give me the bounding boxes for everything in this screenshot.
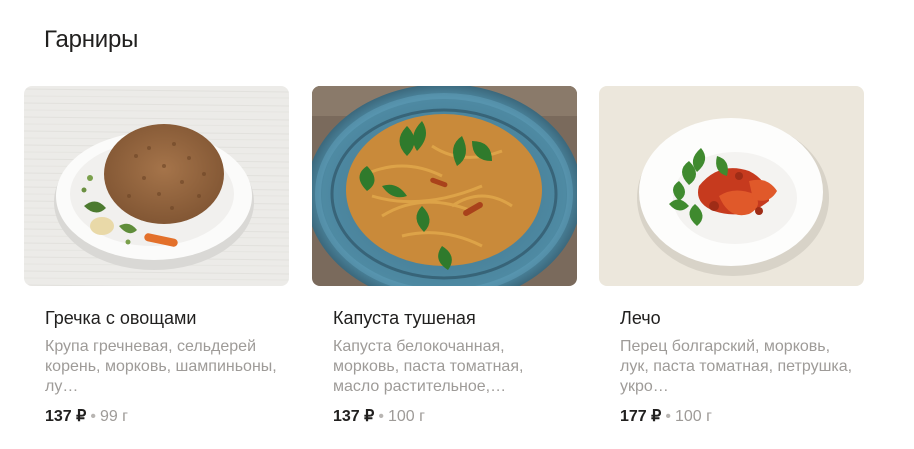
product-weight: 100 г [674, 408, 712, 425]
product-photo-buckwheat[interactable] [24, 86, 289, 286]
product-description: Крупа гречневая, сельдерей корень, морко… [45, 338, 277, 395]
product-price: 137 ₽ [333, 408, 375, 425]
price-row: 137 ₽ • 100 г [333, 407, 573, 427]
separator-dot: • [378, 408, 384, 425]
product-name: Гречка с овощами [45, 308, 197, 328]
product-price: 137 ₽ [45, 408, 87, 425]
product-photo-lecho[interactable] [599, 86, 864, 286]
product-info: Капуста тушеная Капуста белокочанная, мо… [333, 307, 573, 427]
product-info: Гречка с овощами Крупа гречневая, сельде… [45, 307, 285, 427]
product-card-cabbage[interactable]: Капуста тушеная Капуста белокочанная, мо… [312, 86, 577, 431]
product-name: Лечо [620, 308, 661, 328]
product-description: Капуста белокочанная, морковь, паста том… [333, 338, 524, 395]
price-row: 177 ₽ • 100 г [620, 407, 860, 427]
product-description: Перец болгарский, морковь, лук, паста то… [620, 338, 853, 395]
separator-dot: • [665, 408, 671, 425]
separator-dot: • [90, 408, 96, 425]
price-row: 137 ₽ • 99 г [45, 407, 285, 427]
product-weight: 100 г [387, 408, 425, 425]
product-info: Лечо Перец болгарский, морковь, лук, пас… [620, 307, 860, 427]
section-title: Гарниры [44, 26, 139, 53]
product-weight: 99 г [99, 408, 129, 425]
product-card-lecho[interactable]: Лечо Перец болгарский, морковь, лук, пас… [599, 86, 864, 431]
product-photo-cabbage[interactable] [312, 86, 577, 286]
product-card-buckwheat[interactable]: Гречка с овощами Крупа гречневая, сельде… [24, 86, 289, 431]
product-name: Капуста тушеная [333, 308, 476, 328]
product-price: 177 ₽ [620, 408, 662, 425]
